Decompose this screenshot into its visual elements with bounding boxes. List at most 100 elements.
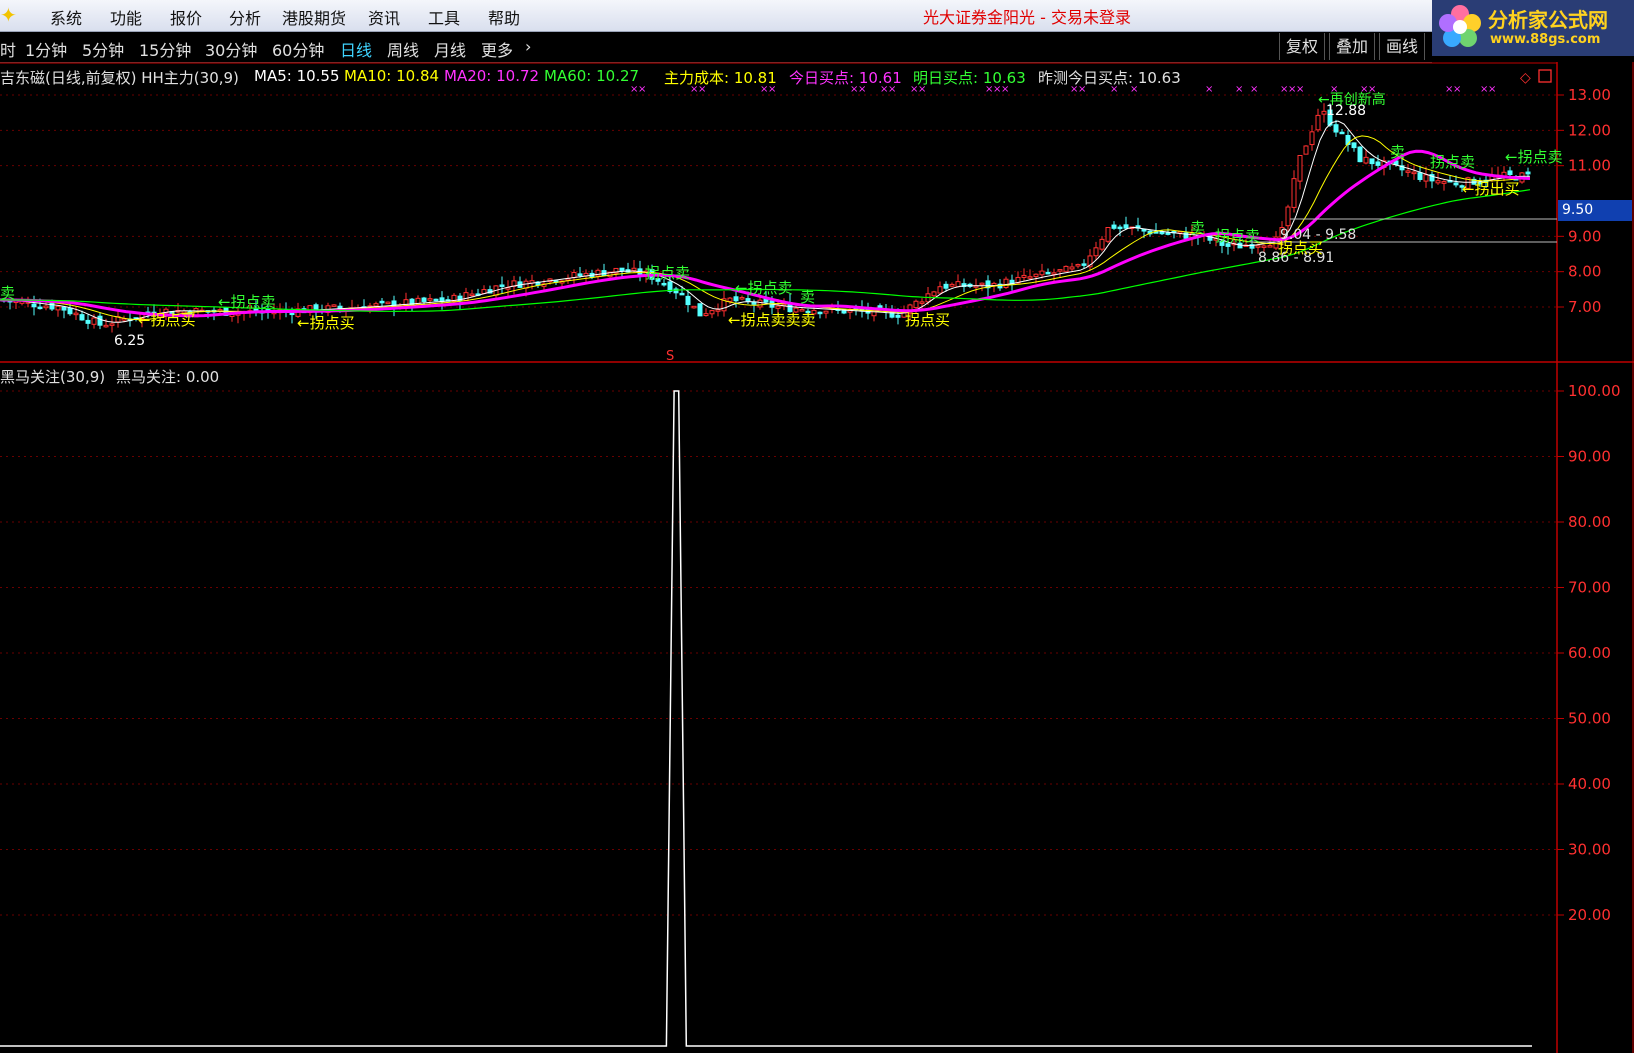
candle-body: [1291, 178, 1297, 208]
main-axis-label: 7.00: [1568, 298, 1601, 316]
candle-body: [379, 300, 385, 304]
main-grid: [0, 94, 1557, 308]
annotation-turn-sell-3: 拐点卖: [1215, 227, 1260, 245]
annotation-sell-4: 卖: [0, 284, 15, 302]
candle-body: [775, 305, 781, 309]
candle-body: [1417, 172, 1423, 180]
sub-axis-label: 30.00: [1568, 841, 1611, 859]
candle-body: [1255, 245, 1261, 248]
candle-body: [1111, 224, 1117, 229]
main-axis-label: 9.00: [1568, 227, 1601, 245]
candle-body: [733, 296, 739, 302]
candle-body: [1081, 263, 1087, 266]
candle-body: [1453, 182, 1459, 186]
candle-body: [373, 303, 379, 307]
candle-body: [1159, 231, 1165, 235]
candle-body: [823, 310, 829, 314]
candle-body: [1303, 145, 1309, 155]
candle-body: [73, 312, 79, 316]
candle-body: [949, 283, 955, 287]
sub-axis-label: 100.00: [1568, 382, 1621, 400]
candle-body: [1351, 142, 1357, 149]
annotation-low: 6.25: [114, 333, 145, 349]
candle-body: [1297, 155, 1303, 182]
candle-body: [619, 267, 625, 272]
candle-body: [931, 291, 937, 297]
candle-body: [79, 314, 85, 321]
sub-axis-label: 60.00: [1568, 644, 1611, 662]
annotation-s-marker: S: [666, 349, 674, 364]
annotation-turn-sell-6: ←拐点卖: [218, 293, 276, 311]
signal-x-marker: ×: [768, 84, 776, 95]
chart-canvas[interactable]: × × × × × × × × × × × × × × × × × × × × × × × × × × × × × × × × 13.0012…: [0, 0, 1634, 1053]
candle-body: [55, 305, 61, 311]
sub-axis-label: 20.00: [1568, 906, 1611, 924]
candle-body: [571, 272, 577, 279]
candle-body: [109, 323, 115, 326]
annotation-sell-3: 卖: [800, 288, 815, 306]
candle-body: [979, 282, 985, 286]
candle-body: [751, 301, 757, 305]
annotation-exit-buy: ←拐出买: [1462, 180, 1520, 198]
sub-axis-label: 90.00: [1568, 448, 1611, 466]
candle-body: [1165, 232, 1171, 235]
candle-body: [943, 283, 949, 289]
annotation-turn-sell-2: ←拐点卖: [1505, 148, 1563, 166]
candle-body: [1039, 270, 1045, 276]
annotation-mixed: ←拐点卖卖卖: [728, 311, 816, 329]
signal-x-marker: ×: [1250, 84, 1258, 95]
candle-body: [385, 301, 391, 305]
candle-body: [61, 306, 67, 311]
candle-body: [709, 310, 715, 315]
candle-body: [1309, 131, 1315, 146]
candle-body: [1405, 170, 1411, 173]
signal-x-marker: ×: [1205, 84, 1213, 95]
signal-x-marker: ×: [1001, 84, 1009, 95]
candle-body: [1051, 272, 1057, 275]
window-toggle-icon[interactable]: [1538, 69, 1552, 83]
candle-body: [703, 313, 709, 317]
candle-body: [1411, 171, 1417, 175]
candle-body: [421, 297, 427, 302]
signal-x-marker: ×: [1488, 84, 1496, 95]
candle-body: [433, 298, 439, 302]
annotation-turn-sell-5: ←拐点卖: [735, 279, 793, 297]
candle-body: [697, 303, 703, 317]
candle-body: [1507, 170, 1513, 176]
diamond-icon[interactable]: ◇: [1520, 70, 1531, 86]
candle-body: [1261, 245, 1267, 248]
candle-body: [1057, 269, 1063, 272]
candle-body: [631, 267, 637, 271]
main-axis-label: 8.00: [1568, 263, 1601, 281]
candle-body: [103, 324, 109, 328]
annotation-turn-sell-1: 拐点卖: [1430, 153, 1475, 171]
candle-body: [1333, 124, 1339, 133]
annotation-turn-buy-4: ←拐点买: [297, 314, 355, 332]
candle-body: [1027, 276, 1033, 279]
signal-x-marker: ×: [1078, 84, 1086, 95]
candle-body: [739, 296, 745, 300]
candle-body: [1369, 158, 1375, 165]
candle-body: [97, 315, 103, 326]
candle-body: [1117, 226, 1123, 230]
candle-body: [727, 297, 733, 302]
annotation-turn-buy-2: 拐点买: [905, 311, 950, 329]
candle-body: [1063, 265, 1069, 272]
candle-body: [85, 319, 91, 324]
main-axis-label: 13.00: [1568, 86, 1611, 104]
candle-body: [1075, 264, 1081, 267]
candle-body: [91, 317, 97, 325]
candle-body: [1363, 156, 1369, 164]
candle-body: [817, 311, 823, 315]
signal-x-marker: ×: [1235, 84, 1243, 95]
signal-x-marker: ×: [1453, 84, 1461, 95]
candle-body: [757, 299, 763, 308]
signal-x-marker: ×: [1110, 84, 1118, 95]
main-axis-label: 11.00: [1568, 157, 1611, 175]
main-axis-label: 12.00: [1568, 121, 1611, 139]
sub-axis-label: 80.00: [1568, 513, 1611, 531]
candle-body: [67, 307, 73, 315]
candle-body: [913, 300, 919, 309]
candle-body: [1105, 227, 1111, 242]
annotation-turn-sell-4: 拐点卖: [645, 264, 690, 282]
